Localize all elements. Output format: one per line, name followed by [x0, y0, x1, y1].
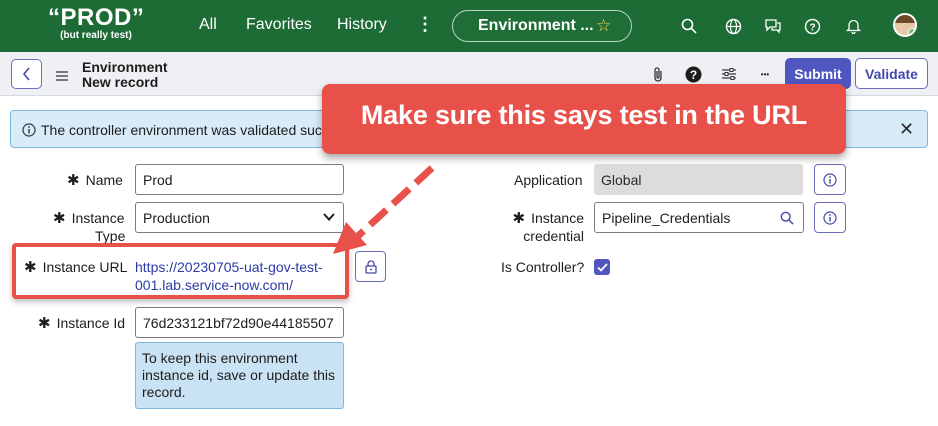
annotation-callout: Make sure this says test in the URL: [322, 84, 846, 154]
svg-text:?: ?: [689, 68, 696, 82]
chevron-left-icon: [22, 67, 30, 81]
nav-history[interactable]: History: [337, 16, 387, 34]
chevron-down-icon: [323, 213, 335, 221]
banner-message: The controller environment was validated…: [41, 122, 329, 138]
is-controller-checkbox[interactable]: [594, 259, 610, 275]
nav-favorites[interactable]: Favorites: [246, 16, 312, 34]
search-icon: [780, 211, 794, 225]
settings-sliders-icon[interactable]: [719, 64, 739, 84]
help-circle-icon[interactable]: ?: [683, 64, 703, 84]
unlock-url-button[interactable]: [355, 251, 386, 282]
validate-button[interactable]: Validate: [855, 58, 928, 89]
svg-text:?: ?: [809, 22, 815, 33]
back-button[interactable]: [11, 59, 42, 89]
logo-main: “PROD”: [48, 4, 145, 31]
page-title-record: New record: [82, 74, 159, 90]
bell-icon[interactable]: [842, 15, 864, 37]
close-icon[interactable]: ✕: [899, 119, 914, 140]
attachment-icon[interactable]: [648, 64, 668, 84]
environment-pill[interactable]: Environment ... ☆: [452, 10, 632, 42]
instance-id-help-text: To keep this environment instance id, sa…: [135, 342, 344, 409]
menu-icon[interactable]: [56, 68, 68, 86]
environment-pill-label: Environment ...: [478, 17, 594, 34]
credential-lookup-button[interactable]: [771, 202, 804, 233]
chat-icon[interactable]: [762, 15, 784, 37]
application-info-button[interactable]: [814, 164, 846, 195]
credential-info-button[interactable]: [814, 202, 846, 233]
instance-credential-label: ✱ Instance credential: [512, 210, 584, 244]
info-icon: [823, 210, 837, 225]
top-nav: “PROD” (but really test) All Favorites H…: [0, 0, 938, 52]
avatar[interactable]: [893, 13, 917, 37]
search-icon[interactable]: [678, 15, 700, 37]
required-icon: ✱: [53, 210, 66, 227]
page-title-table: Environment: [82, 59, 168, 75]
logo[interactable]: “PROD” (but really test): [48, 6, 144, 41]
application-field: Global: [594, 164, 803, 195]
application-label: Application: [514, 172, 583, 188]
info-icon: [22, 123, 36, 137]
checkmark-icon: [596, 262, 608, 272]
nav-more-button[interactable]: ⋮: [416, 14, 434, 35]
logo-sub: (but really test): [60, 30, 132, 41]
instance-id-input[interactable]: 76d233121bf72d90e44185507: [135, 307, 344, 338]
required-icon: ✱: [512, 210, 526, 227]
name-label: ✱ Name: [67, 172, 123, 189]
star-icon[interactable]: ☆: [596, 16, 611, 36]
instance-type-label: ✱ Instance Type: [53, 210, 126, 244]
help-icon[interactable]: ?: [801, 15, 823, 37]
page-title: Environment New record: [82, 60, 168, 90]
required-icon: ✱: [67, 172, 80, 189]
instance-credential-input[interactable]: Pipeline_Credentials: [594, 202, 772, 233]
lock-icon: [364, 259, 377, 274]
name-input[interactable]: Prod: [135, 164, 344, 195]
annotation-text: Make sure this says test in the URL: [360, 100, 808, 130]
required-icon: ✱: [38, 315, 51, 332]
online-status-icon: [908, 28, 915, 35]
globe-icon[interactable]: [722, 15, 744, 37]
info-icon: [823, 172, 837, 187]
instance-type-value: Production: [143, 209, 210, 226]
more-options-button[interactable]: •••: [755, 64, 775, 84]
is-controller-label: Is Controller?: [501, 259, 585, 275]
instance-id-label: ✱ Instance Id: [38, 315, 126, 332]
url-highlight-box: [12, 243, 349, 299]
instance-type-select[interactable]: Production: [135, 202, 344, 233]
nav-all[interactable]: All: [199, 16, 217, 34]
